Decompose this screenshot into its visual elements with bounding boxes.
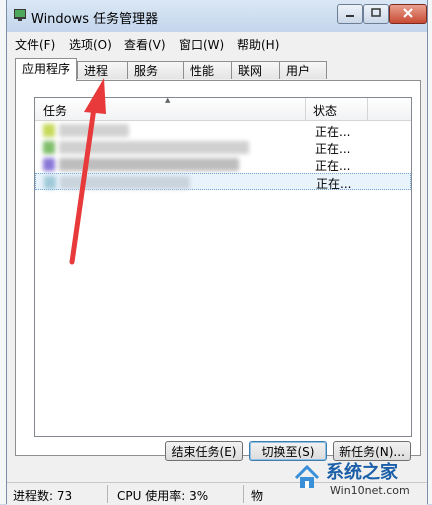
menu-file[interactable]: 文件(F) [15, 36, 55, 53]
task-name-redacted [44, 176, 284, 189]
column-status[interactable]: 状态 [313, 102, 337, 119]
sort-ascending-icon: ▲ [165, 96, 171, 104]
minimize-button[interactable] [337, 4, 363, 24]
column-task[interactable]: 任务 [43, 102, 67, 119]
task-name-redacted [43, 124, 283, 137]
end-task-button[interactable]: 结束任务(E) [165, 441, 243, 461]
task-row[interactable]: 正在... [35, 156, 411, 173]
task-status: 正在... [315, 142, 351, 156]
task-name-redacted [43, 141, 283, 154]
task-app-icon [44, 176, 56, 189]
tab-users[interactable]: 用户 [279, 61, 327, 79]
task-list[interactable]: ▲ 任务 状态 正在... 正在... 正在... 正在... [34, 96, 412, 437]
applications-panel: ▲ 任务 状态 正在... 正在... 正在... 正在... [15, 80, 421, 456]
maximize-button[interactable] [363, 4, 389, 24]
tab-strip: 应用程序 进程 服务 性能 联网 用户 [7, 58, 427, 82]
menu-options[interactable]: 选项(O) [69, 36, 112, 53]
task-row[interactable]: 正在... [35, 139, 411, 156]
house-logo-icon [294, 464, 320, 488]
column-divider[interactable] [305, 98, 306, 120]
task-app-icon [43, 124, 55, 137]
tab-applications[interactable]: 应用程序 [15, 58, 77, 81]
task-row-selected[interactable]: 正在... [35, 173, 411, 191]
column-divider[interactable] [367, 98, 368, 120]
task-manager-window: Windows 任务管理器 文件(F) 选项(O) 查看(V) 窗口(W) 帮助… [6, 0, 428, 505]
watermark-brand: 系统之家 [326, 462, 398, 483]
task-row[interactable]: 正在... [35, 122, 411, 139]
task-status: 正在... [316, 177, 352, 191]
cpu-usage: CPU 使用率: 3% [117, 489, 209, 503]
task-list-header: ▲ 任务 状态 [35, 96, 411, 121]
watermark: 系统之家 Win10net.com [290, 456, 428, 502]
task-name-redacted [43, 158, 283, 171]
memory-usage: 物 [251, 489, 264, 503]
close-button[interactable] [389, 4, 427, 24]
task-status: 正在... [315, 125, 351, 139]
task-app-icon [43, 158, 55, 171]
watermark-site: Win10net.com [330, 484, 410, 497]
menu-bar: 文件(F) 选项(O) 查看(V) 窗口(W) 帮助(H) [7, 33, 427, 53]
menu-help[interactable]: 帮助(H) [237, 36, 279, 53]
maximize-icon [371, 8, 381, 17]
menu-view[interactable]: 查看(V) [124, 36, 166, 53]
close-icon [403, 8, 413, 18]
status-divider [243, 485, 244, 503]
status-divider [107, 485, 108, 503]
task-status: 正在... [315, 159, 351, 173]
process-count: 进程数: 73 [13, 489, 73, 503]
tab-processes[interactable]: 进程 [77, 61, 129, 79]
task-app-icon [43, 141, 55, 154]
title-bar: Windows 任务管理器 [7, 0, 427, 32]
task-manager-app-icon [14, 9, 26, 21]
menu-window[interactable]: 窗口(W) [179, 36, 224, 53]
window-title: Windows 任务管理器 [31, 12, 159, 27]
tab-services[interactable]: 服务 [127, 61, 185, 79]
tab-performance[interactable]: 性能 [183, 61, 233, 79]
tab-networking[interactable]: 联网 [231, 61, 281, 79]
minimize-icon [346, 15, 354, 17]
